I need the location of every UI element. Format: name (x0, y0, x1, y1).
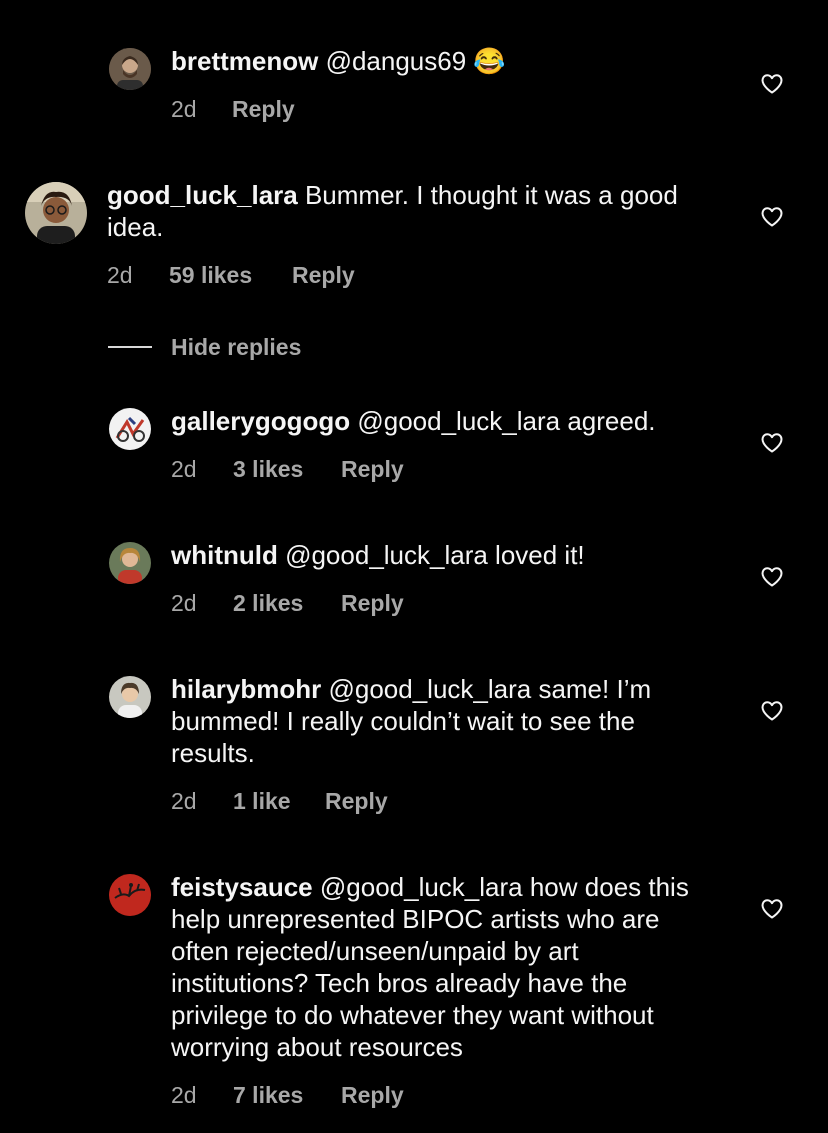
divider (108, 346, 152, 348)
like-button[interactable] (760, 431, 784, 455)
likes-count[interactable]: 2 likes (233, 589, 341, 617)
comment-time: 2d (171, 1082, 197, 1108)
comment-username[interactable]: feistysauce (171, 872, 313, 902)
like-button[interactable] (760, 72, 784, 96)
reply-button[interactable]: Reply (341, 1081, 404, 1109)
comment-meta: 2d 3 likes Reply (171, 455, 404, 483)
heart-outline-icon (761, 567, 783, 587)
hide-replies-button[interactable]: Hide replies (108, 333, 301, 361)
likes-count[interactable]: 3 likes (233, 455, 341, 483)
like-button[interactable] (760, 205, 784, 229)
comment-text: brettmenow @dangus69 😂 (171, 45, 731, 77)
reply-button[interactable]: Reply (341, 455, 404, 483)
comment-time: 2d (107, 262, 133, 288)
likes-count[interactable]: 7 likes (233, 1081, 341, 1109)
hide-replies-label: Hide replies (171, 333, 302, 360)
comment-username[interactable]: hilarybmohr (171, 674, 321, 704)
like-button[interactable] (760, 565, 784, 589)
comment-username[interactable]: good_luck_lara (107, 180, 298, 210)
like-button[interactable] (760, 699, 784, 723)
comment-body: @dangus69 😂 (318, 46, 506, 76)
heart-outline-icon (761, 207, 783, 227)
comment-meta: 2d 7 likes Reply (171, 1081, 404, 1109)
heart-outline-icon (761, 899, 783, 919)
avatar[interactable] (25, 182, 87, 244)
heart-outline-icon (761, 433, 783, 453)
avatar[interactable] (109, 48, 151, 90)
comment-text: feistysauce @good_luck_lara how does thi… (171, 871, 716, 1063)
avatar[interactable] (109, 874, 151, 916)
avatar[interactable] (109, 542, 151, 584)
comment-body: @good_luck_lara agreed. (350, 406, 656, 436)
heart-outline-icon (761, 701, 783, 721)
reply-button[interactable]: Reply (325, 787, 388, 815)
comment-meta: 2d 2 likes Reply (171, 589, 404, 617)
comment-meta: 2d 1 like Reply (171, 787, 388, 815)
likes-count[interactable]: 1 like (233, 787, 325, 815)
heart-outline-icon (761, 74, 783, 94)
comment-username[interactable]: gallerygogogo (171, 406, 350, 436)
comment-time: 2d (171, 590, 197, 616)
reply-button[interactable]: Reply (232, 95, 295, 123)
reply-button[interactable]: Reply (341, 589, 404, 617)
like-button[interactable] (760, 897, 784, 921)
comment-meta: 2d 59 likes Reply (107, 261, 355, 289)
comment-text: gallerygogogo @good_luck_lara agreed. (171, 405, 731, 437)
comment-username[interactable]: whitnuld (171, 540, 278, 570)
comment-text: hilarybmohr @good_luck_lara same! I’m bu… (171, 673, 711, 769)
comment-time: 2d (171, 96, 197, 122)
comment-time: 2d (171, 788, 197, 814)
comment-text: whitnuld @good_luck_lara loved it! (171, 539, 731, 571)
reply-button[interactable]: Reply (292, 261, 355, 289)
comment-meta: 2d Reply (171, 95, 295, 123)
comment-time: 2d (171, 456, 197, 482)
comment-username[interactable]: brettmenow (171, 46, 318, 76)
comment-text: good_luck_lara Bummer. I thought it was … (107, 179, 707, 243)
comment-body: @good_luck_lara loved it! (277, 540, 585, 570)
avatar[interactable] (109, 676, 151, 718)
likes-count[interactable]: 59 likes (169, 261, 292, 289)
avatar[interactable] (109, 408, 151, 450)
